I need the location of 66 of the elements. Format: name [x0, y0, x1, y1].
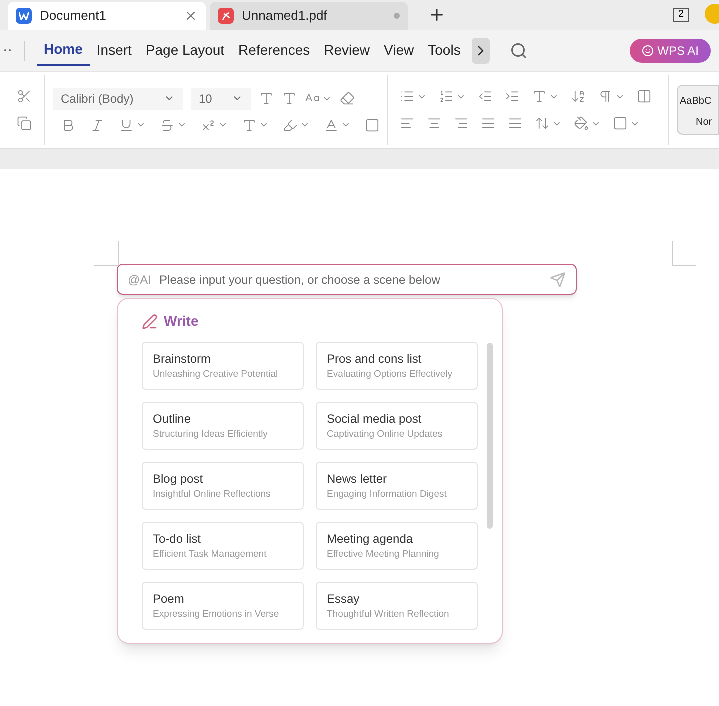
- pdf-app-icon: [218, 8, 234, 24]
- document-tab[interactable]: Unnamed1.pdf: [210, 2, 408, 30]
- section-title: Write: [164, 312, 199, 331]
- send-icon[interactable]: [550, 272, 566, 288]
- wps-ai-button[interactable]: WPS AI: [630, 38, 711, 62]
- new-tab-icon[interactable]: [428, 6, 446, 24]
- scene-card[interactable]: Outline Structuring Ideas Efficiently: [142, 402, 304, 450]
- sort-icon[interactable]: [571, 89, 586, 104]
- scene-card[interactable]: Brainstorm Unleashing Creative Potential: [142, 342, 304, 390]
- more-icon[interactable]: [4, 49, 12, 52]
- menu-tab[interactable]: Page Layout: [138, 36, 232, 66]
- eraser-icon[interactable]: [340, 91, 355, 106]
- strikethrough-icon[interactable]: [160, 118, 175, 132]
- text-effect-icon[interactable]: [242, 118, 257, 132]
- scene-card[interactable]: Social media post Captivating Online Updates: [316, 402, 478, 450]
- superscript-icon[interactable]: [201, 118, 216, 132]
- document-app-icon: [16, 8, 32, 24]
- close-icon[interactable]: [184, 9, 198, 23]
- pen-icon: [142, 314, 158, 330]
- outdent-icon[interactable]: [478, 89, 493, 104]
- cut-icon[interactable]: [17, 89, 32, 104]
- scene-card[interactable]: Blog post Insightful Online Reflections: [142, 462, 304, 510]
- scene-card[interactable]: Pros and cons list Evaluating Options Effectively: [316, 342, 478, 390]
- underline-icon[interactable]: [119, 118, 134, 132]
- paragraph-icon[interactable]: [598, 89, 613, 104]
- scene-card[interactable]: News letter Engaging Information Digest: [316, 462, 478, 510]
- text-spacing-icon[interactable]: [532, 89, 547, 104]
- menu-tab[interactable]: View: [377, 36, 422, 66]
- shading-icon[interactable]: [365, 118, 380, 132]
- smile-icon: [642, 44, 654, 56]
- shrink-font-icon[interactable]: [282, 91, 297, 106]
- style-preview[interactable]: AaBbC Nor: [677, 85, 719, 135]
- distribute-icon[interactable]: [508, 116, 523, 131]
- menu-tab[interactable]: Review: [317, 36, 378, 66]
- document-tab[interactable]: Document1: [8, 2, 206, 30]
- italic-icon[interactable]: [90, 118, 105, 132]
- menu-tab[interactable]: Home: [37, 36, 90, 66]
- question-input[interactable]: Please input your question, or choose a scene below: [160, 270, 542, 288]
- scrollbar[interactable]: [487, 343, 493, 529]
- numbered-list-icon[interactable]: [439, 89, 454, 104]
- font-size-field[interactable]: 10: [191, 88, 251, 110]
- fill-icon[interactable]: [574, 116, 589, 131]
- indent-icon[interactable]: [505, 89, 520, 104]
- ai-prefix: @AI: [128, 272, 152, 288]
- scroll-right-button[interactable]: [472, 38, 490, 64]
- justify-icon[interactable]: [481, 116, 496, 131]
- columns-icon[interactable]: [637, 89, 652, 104]
- align-center-icon[interactable]: [427, 116, 442, 131]
- scene-card[interactable]: Essay Thoughtful Written Reflection: [316, 582, 478, 630]
- menu-tab[interactable]: Insert: [90, 36, 139, 66]
- font-name-field[interactable]: Calibri (Body): [53, 88, 183, 110]
- border-icon[interactable]: [613, 116, 628, 131]
- scene-card[interactable]: To-do list Efficient Task Management: [142, 522, 304, 570]
- window-count[interactable]: 2: [673, 8, 689, 22]
- align-left-icon[interactable]: [400, 116, 415, 131]
- search-icon[interactable]: [510, 42, 528, 60]
- scene-card[interactable]: Poem Expressing Emotions in Verse: [142, 582, 304, 630]
- align-right-icon[interactable]: [454, 116, 469, 131]
- menu-tab[interactable]: Tools: [421, 36, 468, 66]
- grow-font-icon[interactable]: [259, 91, 274, 106]
- menu-tab[interactable]: References: [232, 36, 318, 66]
- line-spacing-icon[interactable]: [535, 116, 550, 131]
- scene-card[interactable]: Meeting agenda Effective Meeting Planning: [316, 522, 478, 570]
- copy-icon[interactable]: [17, 116, 32, 131]
- highlighter-icon[interactable]: [283, 118, 298, 132]
- font-color-icon[interactable]: [324, 118, 339, 132]
